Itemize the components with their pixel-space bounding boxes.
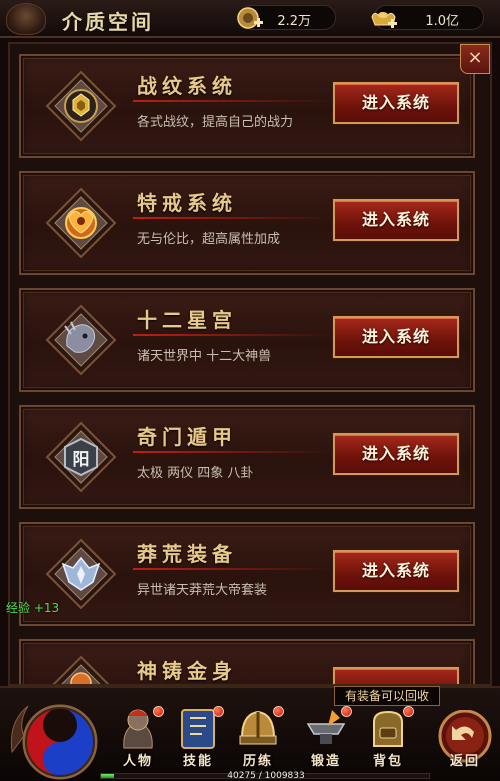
enter-system-button[interactable]: 进入系统 (333, 550, 459, 592)
ingot-amount: 1.0亿 (425, 14, 459, 29)
title-underline (133, 217, 333, 219)
nav-training[interactable]: 历练 (230, 704, 286, 770)
enter-system-button[interactable]: 进入系统 (333, 199, 459, 241)
title-underline (133, 451, 333, 453)
gold-coin-icon (237, 7, 263, 29)
gold-currency[interactable]: 2.2万 (237, 5, 336, 30)
beast-head-icon (45, 304, 117, 376)
yang-seal-icon: 阳 (45, 421, 117, 493)
nav-backpack[interactable]: 背包 (360, 704, 416, 770)
ingot-icon (371, 12, 397, 28)
nav-label: 历练 (242, 754, 273, 769)
character-badge (153, 706, 164, 717)
nav-label: 技能 (182, 754, 213, 769)
page-title: 介质空间 (62, 10, 154, 34)
card-description: 诸天世界中 十二大神兽 (137, 349, 272, 364)
ingot-currency[interactable]: 1.0亿 (371, 5, 484, 30)
golden-body-icon (45, 655, 117, 684)
enter-system-button[interactable]: 进入系统 (333, 316, 459, 358)
card-title: 战纹系统 (137, 74, 237, 98)
forge-badge (341, 706, 352, 717)
exp-progress-text: 40275 / 1009833 (227, 771, 305, 781)
nav-label: 锻造 (310, 754, 341, 769)
card-description: 异世诸天莽荒大帝套装 (137, 583, 268, 598)
card-title: 十二星宫 (137, 308, 237, 332)
training-badge (273, 706, 284, 717)
special-ring-icon (45, 187, 117, 259)
card-title: 莽荒装备 (137, 542, 237, 566)
close-button[interactable]: × (460, 44, 490, 74)
nav-skills[interactable]: 技能 (170, 704, 226, 770)
card-battle-pattern: 战纹系统 各式战纹，提高自己的战力 进入系统 (19, 54, 475, 158)
dragon-emblem-icon (6, 3, 46, 35)
skills-badge (213, 706, 224, 717)
gold-amount: 2.2万 (277, 14, 311, 29)
enter-system-button[interactable] (333, 667, 459, 684)
nav-label: 背包 (372, 754, 403, 769)
card-special-ring: 特戒系统 无与伦比，超高属性加成 进入系统 (19, 171, 475, 275)
exp-progress-bar: 40275 / 1009833 (100, 771, 430, 781)
title-underline (133, 568, 333, 570)
title-underline (133, 100, 333, 102)
enter-system-button[interactable]: 进入系统 (333, 433, 459, 475)
recycle-hint-tooltip[interactable]: 有装备可以回收 (334, 686, 440, 706)
back-label: 返回 (449, 754, 480, 769)
card-title: 神铸金身 (137, 659, 237, 683)
back-button[interactable]: 返回 (436, 710, 494, 772)
card-golden-body: 神铸金身 (19, 639, 475, 684)
battle-pattern-icon (45, 70, 117, 142)
card-qimen-dunjia: 阳 奇门遁甲 太极 两仪 四象 八卦 进入系统 (19, 405, 475, 509)
card-wild-equipment: 莽荒装备 异世诸天莽荒大帝套装 进入系统 (19, 522, 475, 626)
nav-forge[interactable]: 锻造 (298, 704, 354, 770)
nav-label: 人物 (122, 754, 153, 769)
card-description: 各式战纹，提高自己的战力 (137, 115, 294, 130)
card-description: 无与伦比，超高属性加成 (137, 232, 281, 247)
enter-system-button[interactable]: 进入系统 (333, 82, 459, 124)
title-underline (133, 334, 333, 336)
backpack-badge (403, 706, 414, 717)
hp-mp-orb-icon (10, 704, 98, 780)
exp-gain-text: 经验 +13 (6, 601, 60, 615)
yang-glyph: 阳 (72, 450, 90, 470)
card-title: 特戒系统 (137, 191, 237, 215)
top-bar: 介质空间 2.2万 1.0亿 (0, 0, 500, 38)
system-list-panel[interactable]: × 战纹系统 各式战纹，提高自己的战力 进入系统 特戒系统 无与伦比，超高属性加… (8, 42, 492, 686)
card-twelve-stars: 十二星宫 诸天世界中 十二大神兽 进入系统 (19, 288, 475, 392)
card-title: 奇门遁甲 (137, 425, 237, 449)
card-description: 太极 两仪 四象 八卦 (137, 466, 254, 481)
nav-character[interactable]: 人物 (110, 704, 166, 770)
